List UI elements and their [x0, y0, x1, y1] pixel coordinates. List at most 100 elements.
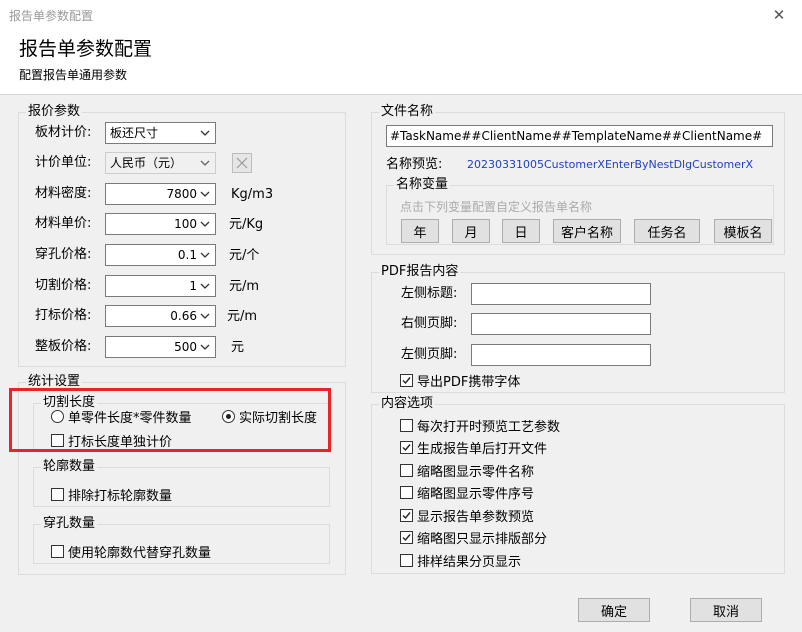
close-button[interactable]: ✕ [756, 0, 802, 30]
thumb-part-number-label: 缩略图显示零件序号 [417, 487, 535, 502]
quote-params-group: 报价参数 [18, 104, 346, 367]
chevron-down-icon [200, 313, 210, 319]
plate-price-value: 板还尺寸 [110, 126, 159, 140]
checkbox-contour-for-pierce[interactable]: 使用轮廓数代替穿孔数量 [51, 542, 211, 561]
check-icon [402, 377, 411, 385]
check-icon [402, 444, 411, 452]
sheet-price-combo[interactable]: 500 [105, 336, 216, 358]
checkbox-box [400, 464, 413, 477]
checkbox-thumb-part-name[interactable]: 缩略图显示零件名称 [400, 461, 534, 480]
pierce-price-value: 0.1 [177, 248, 197, 262]
checkbox-paginate-results[interactable]: 排样结果分页显示 [400, 551, 521, 570]
left-title-input[interactable] [471, 283, 651, 305]
chevron-down-icon [200, 283, 210, 289]
checkbox-preview-process[interactable]: 每次打开时预览工艺参数 [400, 416, 560, 435]
currency-clear-button[interactable] [232, 153, 252, 173]
pierce-count-title: 穿孔数量 [41, 516, 98, 532]
right-footer-input[interactable] [471, 313, 651, 335]
page-title: 报告单参数配置 [19, 38, 153, 60]
sheet-price-value: 500 [174, 340, 197, 354]
checkbox-thumb-layout-only[interactable]: 缩略图只显示排版部分 [400, 528, 547, 547]
name-vars-title: 名称变量 [394, 177, 451, 193]
chevron-down-icon [200, 344, 210, 350]
name-vars-hint: 点击下列变量配置自定义报告单名称 [400, 200, 593, 214]
close-icon: ✕ [772, 6, 786, 24]
ok-button[interactable]: 确定 [578, 598, 650, 622]
checkbox-box [51, 545, 64, 558]
checkbox-show-param-preview[interactable]: 显示报告单参数预览 [400, 506, 534, 525]
pierce-price-label: 穿孔价格: [35, 247, 92, 262]
checkbox-exclude-mark-contour[interactable]: 排除打标轮廓数量 [51, 485, 172, 504]
material-price-unit: 元/Kg [229, 217, 264, 232]
mark-price-value: 0.66 [170, 309, 197, 323]
cut-price-combo[interactable]: 1 [105, 275, 216, 297]
cross-icon [236, 157, 248, 169]
chevron-down-icon [200, 191, 210, 197]
density-combo[interactable]: 7800 [105, 183, 216, 205]
check-icon [402, 512, 411, 520]
left-title-label: 左侧标题: [401, 286, 458, 301]
sheet-price-label: 整板价格: [35, 339, 92, 354]
mark-price-label: 打标价格: [35, 308, 92, 323]
density-value: 7800 [166, 187, 197, 201]
checkbox-open-after-generate[interactable]: 生成报告单后打开文件 [400, 438, 547, 457]
dialog-header: 报告单参数配置 配置报告单通用参数 [0, 30, 802, 94]
preview-process-label: 每次打开时预览工艺参数 [417, 420, 561, 435]
cancel-button[interactable]: 取消 [690, 598, 762, 622]
checkbox-box [400, 554, 413, 567]
chevron-down-icon [200, 160, 210, 166]
dialog-body: 报价参数 板材计价: 板还尺寸 计价单位: 人民币（元） 材料密度: 7800 … [0, 94, 802, 632]
chevron-down-icon [200, 130, 210, 136]
paginate-results-label: 排样结果分页显示 [417, 555, 522, 570]
left-footer-label: 左侧页脚: [401, 347, 458, 362]
var-template-button[interactable]: 模板名 [714, 219, 772, 243]
checkbox-box [400, 531, 413, 544]
price-unit-value: 人民币（元） [110, 156, 183, 170]
checkbox-box [400, 419, 413, 432]
price-unit-select[interactable]: 人民币（元） [105, 152, 216, 174]
right-footer-label: 右侧页脚: [401, 316, 458, 331]
left-footer-input[interactable] [471, 344, 651, 366]
checkbox-embed-font[interactable]: 导出PDF携带字体 [400, 371, 520, 390]
check-icon [402, 534, 411, 542]
cut-price-unit: 元/m [229, 279, 260, 294]
var-day-button[interactable]: 日 [502, 219, 540, 243]
price-unit-label: 计价单位: [35, 155, 92, 170]
checkbox-thumb-part-number[interactable]: 缩略图显示零件序号 [400, 483, 534, 502]
embed-font-label: 导出PDF携带字体 [417, 375, 521, 390]
checkbox-box [400, 374, 413, 387]
material-price-label: 材料单价: [35, 216, 92, 231]
content-options-title: 内容选项 [379, 396, 436, 412]
checkbox-box [400, 509, 413, 522]
thumb-part-name-label: 缩略图显示零件名称 [417, 465, 535, 480]
checkbox-box [400, 441, 413, 454]
name-preview-label: 名称预览: [386, 157, 443, 172]
page-subtitle: 配置报告单通用参数 [19, 68, 128, 82]
open-after-generate-label: 生成报告单后打开文件 [417, 442, 548, 457]
sheet-price-unit: 元 [231, 340, 245, 355]
var-client-button[interactable]: 客户名称 [553, 219, 621, 243]
contour-count-title: 轮廓数量 [41, 459, 98, 475]
contour-for-pierce-label: 使用轮廓数代替穿孔数量 [68, 546, 212, 561]
name-preview-value: 20230331005CustomerXEnterByNestDlgCustom… [467, 158, 754, 171]
chevron-down-icon [200, 221, 210, 227]
filename-pattern-input[interactable]: #TaskName##ClientName##TemplateName##Cli… [386, 125, 773, 147]
chevron-down-icon [200, 252, 210, 258]
pierce-price-unit: 元/个 [229, 248, 260, 263]
checkbox-box [51, 488, 64, 501]
density-unit: Kg/m3 [231, 187, 274, 202]
plate-price-select[interactable]: 板还尺寸 [105, 122, 216, 144]
var-month-button[interactable]: 月 [452, 219, 490, 243]
pierce-price-combo[interactable]: 0.1 [105, 244, 216, 266]
checkbox-box [400, 486, 413, 499]
var-task-button[interactable]: 任务名 [634, 219, 700, 243]
filename-title: 文件名称 [379, 104, 436, 120]
cut-price-label: 切割价格: [35, 278, 92, 293]
show-param-preview-label: 显示报告单参数预览 [417, 510, 535, 525]
mark-price-unit: 元/m [227, 309, 258, 324]
window-title: 报告单参数配置 [9, 9, 94, 23]
var-year-button[interactable]: 年 [401, 219, 439, 243]
material-price-combo[interactable]: 100 [105, 213, 216, 235]
material-price-value: 100 [174, 217, 197, 231]
mark-price-combo[interactable]: 0.66 [105, 305, 216, 327]
